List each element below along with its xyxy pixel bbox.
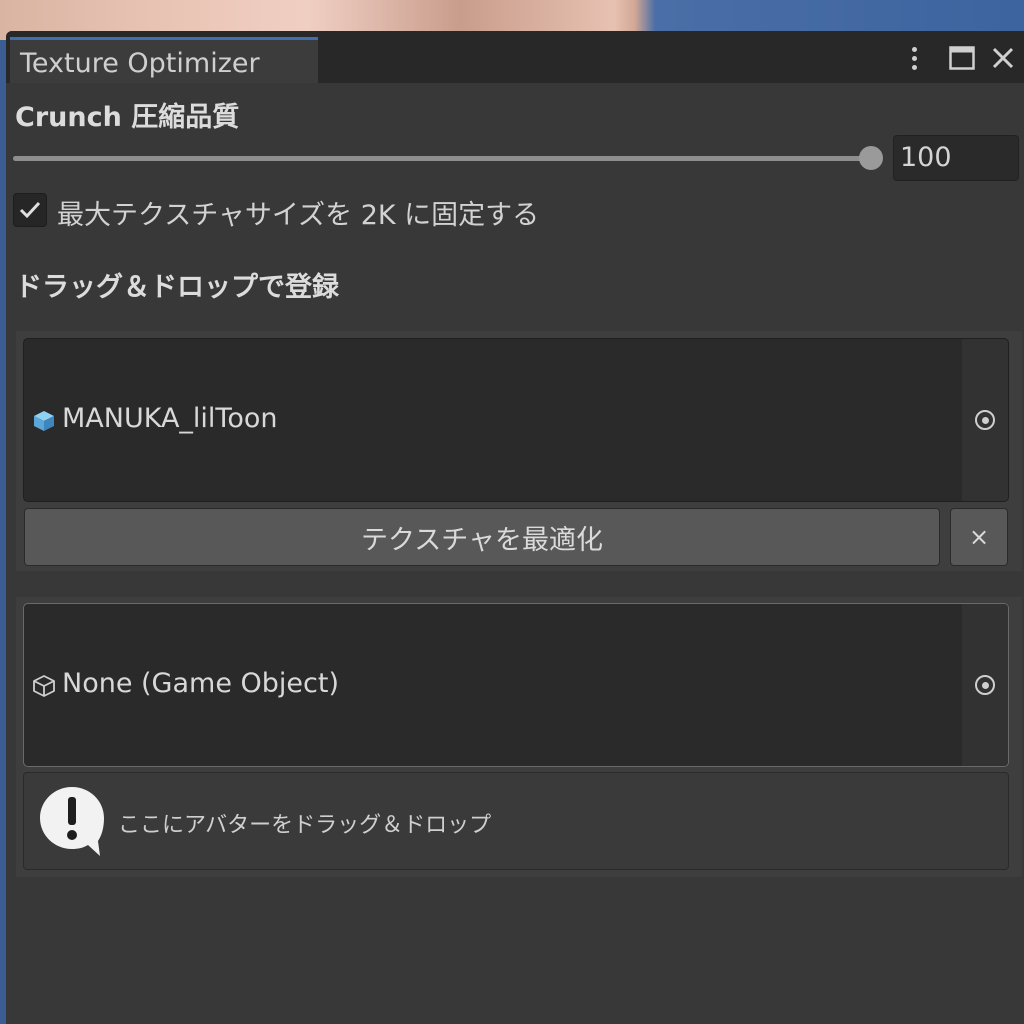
crunch-quality-input[interactable]: 100 xyxy=(893,135,1019,181)
prefab-cube-icon xyxy=(34,411,54,431)
empty-object-field[interactable]: None (Game Object) xyxy=(23,603,1009,767)
object-picker-button[interactable] xyxy=(962,339,1008,501)
checkmark-icon xyxy=(19,201,41,219)
avatar-object-field[interactable]: MANUKA_lilToon xyxy=(23,338,1009,502)
close-icon[interactable] xyxy=(986,41,1020,75)
slider-thumb[interactable] xyxy=(859,146,883,170)
target-icon xyxy=(975,675,995,695)
avatar-object-name: MANUKA_lilToon xyxy=(62,403,278,434)
more-options-icon[interactable] xyxy=(899,41,929,75)
help-box: ここにアバターをドラッグ＆ドロップ xyxy=(23,772,1009,870)
max-texture-label: 最大テクスチャサイズを 2K に固定する xyxy=(57,200,540,231)
remove-entry-button[interactable]: × xyxy=(950,508,1008,566)
slider-fill xyxy=(13,156,871,161)
texture-optimizer-window: Texture Optimizer Crunch 圧縮品質 100 最大テクスチ… xyxy=(6,31,1024,1024)
help-message: ここにアバターをドラッグ＆ドロップ xyxy=(118,813,492,838)
target-icon xyxy=(975,410,995,430)
crunch-quality-heading: Crunch 圧縮品質 xyxy=(15,102,240,133)
optimize-textures-button[interactable]: テクスチャを最適化 xyxy=(24,508,940,566)
gameobject-cube-icon xyxy=(33,675,55,697)
tab-texture-optimizer[interactable]: Texture Optimizer xyxy=(10,37,318,83)
info-warning-icon xyxy=(40,787,104,856)
empty-object-name: None (Game Object) xyxy=(62,668,339,699)
tab-title: Texture Optimizer xyxy=(20,48,260,79)
object-picker-button[interactable] xyxy=(962,604,1008,766)
window-content: Crunch 圧縮品質 100 最大テクスチャサイズを 2K に固定する ドラッ… xyxy=(6,83,1024,1024)
max-texture-checkbox[interactable] xyxy=(13,193,47,227)
maximize-icon[interactable] xyxy=(944,41,980,75)
tab-bar: Texture Optimizer xyxy=(6,31,1024,83)
crunch-quality-slider[interactable] xyxy=(13,156,871,161)
drag-drop-heading: ドラッグ＆ドロップで登録 xyxy=(15,272,339,303)
